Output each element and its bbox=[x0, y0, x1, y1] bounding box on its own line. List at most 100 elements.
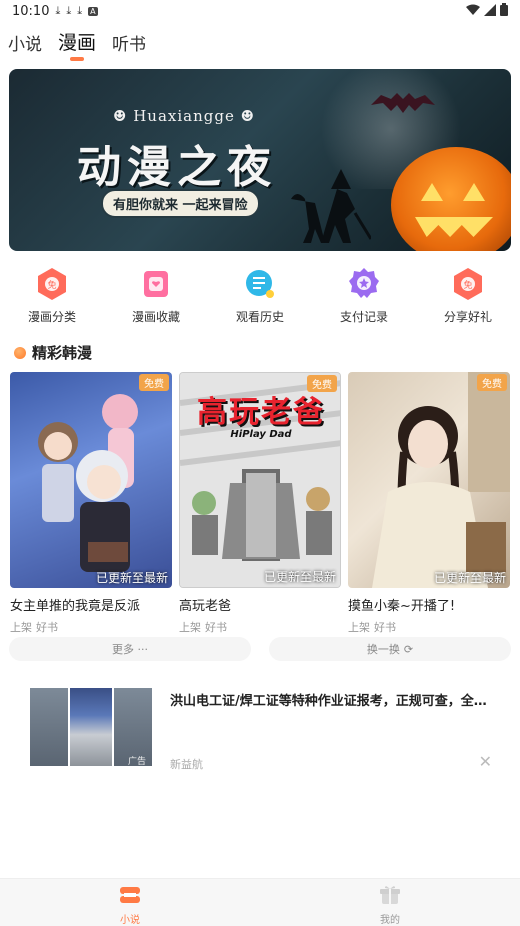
top-tabs: 小说 漫画 听书 bbox=[8, 28, 146, 61]
quick-entry-share[interactable]: 免 分享好礼 bbox=[423, 268, 513, 325]
cover-art bbox=[38, 394, 138, 572]
nav-label: 我的 bbox=[380, 915, 400, 926]
pumpkin-mouth bbox=[415, 217, 493, 237]
manga-tag: 上架 bbox=[179, 621, 201, 634]
ad-source: 新益航 bbox=[170, 758, 203, 771]
section-title: 精彩韩漫 bbox=[32, 344, 93, 362]
category-icon: 免 bbox=[36, 268, 68, 300]
refresh-icon: ⟳ bbox=[403, 642, 414, 656]
ad-card[interactable]: 广告 洪山电工证/焊工证等特种作业证报考，正规可查，全程... 新益航 ✕ bbox=[30, 688, 500, 771]
manga-title: 摸鱼小秦~开播了! bbox=[348, 599, 456, 614]
manga-tag: 好书 bbox=[205, 621, 227, 634]
novel-icon bbox=[119, 885, 141, 909]
manga-card[interactable]: 高玩老爸 HiPlay Dad 免费 已更新至最新 高玩老爸 上架 好书 bbox=[179, 372, 341, 635]
manga-tag: 好书 bbox=[36, 621, 58, 634]
quick-entry-label: 漫画收藏 bbox=[131, 310, 180, 324]
manga-card[interactable]: 免费 已更新至最新 摸鱼小秦~开播了! 上架 好书 bbox=[348, 372, 510, 635]
nav-item-novel[interactable]: 小说 bbox=[80, 879, 180, 926]
more-button[interactable]: 更多 ··· bbox=[9, 637, 251, 661]
share-gift-icon: 免 bbox=[452, 268, 484, 300]
free-badge: 免费 bbox=[477, 374, 507, 391]
section-header: 精彩韩漫 bbox=[14, 342, 92, 363]
more-button-label: 更多 ··· bbox=[112, 643, 148, 656]
svg-text:免: 免 bbox=[463, 279, 472, 291]
manga-title: 女主单推的我竟是反派 bbox=[10, 599, 141, 614]
profile-icon bbox=[379, 885, 401, 909]
manga-tag: 好书 bbox=[374, 621, 396, 634]
update-status: 已更新至最新 bbox=[95, 571, 168, 585]
free-badge: 免费 bbox=[307, 375, 337, 392]
quick-entry-category[interactable]: 免 漫画分类 bbox=[7, 268, 97, 325]
tab-label: 听书 bbox=[112, 35, 147, 55]
quick-entry-label: 支付记录 bbox=[339, 310, 388, 324]
tab-audiobook[interactable]: 听书 bbox=[112, 30, 146, 61]
update-status: 已更新至最新 bbox=[263, 570, 336, 584]
history-icon bbox=[244, 268, 276, 300]
manga-tag: 上架 bbox=[10, 621, 32, 634]
quick-entries: 免 漫画分类 漫画收藏 观看历史 支付记录 免 分享好礼 bbox=[0, 268, 520, 325]
pumpkin-eye bbox=[421, 183, 443, 201]
refresh-button-label: 换一换 bbox=[366, 643, 400, 656]
update-status: 已更新至最新 bbox=[433, 571, 506, 585]
cover-art bbox=[372, 372, 510, 588]
manga-card-list: 免费 已更新至最新 女主单推的我竟是反派 上架 好书 高玩老爸 HiPlay D… bbox=[10, 372, 510, 635]
jack-o-lantern-icon: ☻ bbox=[113, 107, 134, 125]
section-dot-icon bbox=[14, 346, 26, 359]
tab-novel[interactable]: 小说 bbox=[8, 30, 42, 61]
manga-tags: 上架 好书 bbox=[348, 619, 510, 635]
jack-o-lantern-icon: ☻ bbox=[234, 107, 256, 125]
manga-cover: 高玩老爸 HiPlay Dad 免费 已更新至最新 bbox=[179, 372, 341, 588]
quick-entry-label: 漫画分类 bbox=[27, 310, 76, 324]
download-icon: ⤓ bbox=[77, 4, 83, 17]
bat-icon bbox=[371, 93, 435, 113]
witch-silhouette bbox=[291, 169, 371, 243]
manga-cover: 免费 已更新至最新 bbox=[10, 372, 172, 588]
nav-item-profile[interactable]: 我的 bbox=[340, 879, 440, 926]
bottom-nav: 小说 我的 bbox=[0, 878, 520, 926]
svg-text:免: 免 bbox=[47, 279, 56, 291]
download-icon: ⤓ bbox=[66, 4, 72, 17]
battery-icon bbox=[500, 3, 508, 19]
payment-icon bbox=[348, 268, 380, 300]
nav-label: 小说 bbox=[120, 915, 140, 926]
manga-cover: 免费 已更新至最新 bbox=[348, 372, 510, 588]
banner-title: 动漫之夜 bbox=[77, 142, 277, 193]
manga-title: 高玩老爸 bbox=[179, 599, 232, 614]
tab-label: 小说 bbox=[8, 35, 42, 55]
cover-logo-text: 高玩老爸 bbox=[197, 395, 325, 430]
manga-tags: 上架 好书 bbox=[179, 619, 341, 635]
tab-indicator bbox=[70, 57, 84, 61]
banner-brand-text: Huaxiangge bbox=[133, 107, 235, 125]
ad-label: 广告 bbox=[128, 757, 147, 767]
status-bar: 10:10 ⤓ ⤓ ⤓ A bbox=[0, 0, 520, 22]
close-icon[interactable]: ✕ bbox=[479, 752, 492, 771]
section-actions: 更多 ··· 换一换 ⟳ bbox=[9, 637, 511, 661]
signal-icon bbox=[484, 3, 496, 19]
wifi-icon bbox=[466, 4, 480, 19]
tab-comic[interactable]: 漫画 bbox=[58, 28, 96, 61]
a-icon: A bbox=[88, 6, 98, 16]
quick-entry-payment[interactable]: 支付记录 bbox=[319, 268, 409, 325]
promo-banner[interactable]: ☻ Huaxiangge ☻ 动漫之夜 有胆你就来 一起来冒险 bbox=[9, 69, 511, 251]
ad-title: 洪山电工证/焊工证等特种作业证报考，正规可查，全程... bbox=[170, 694, 490, 709]
status-time: 10:10 bbox=[12, 3, 50, 19]
banner-tagline: 有胆你就来 一起来冒险 bbox=[101, 189, 260, 218]
status-left: 10:10 ⤓ ⤓ ⤓ A bbox=[12, 4, 98, 19]
manga-tags: 上架 好书 bbox=[10, 619, 172, 635]
manga-card[interactable]: 免费 已更新至最新 女主单推的我竟是反派 上架 好书 bbox=[10, 372, 172, 635]
status-right bbox=[466, 3, 508, 19]
manga-tag: 上架 bbox=[348, 621, 370, 634]
download-icon: ⤓ bbox=[55, 4, 61, 17]
refresh-button[interactable]: 换一换 ⟳ bbox=[269, 637, 511, 661]
quick-entry-collection[interactable]: 漫画收藏 bbox=[111, 268, 201, 325]
tab-label: 漫画 bbox=[58, 32, 97, 54]
collection-icon bbox=[140, 268, 172, 300]
banner-brand: ☻ Huaxiangge ☻ bbox=[113, 107, 255, 125]
ad-image bbox=[70, 688, 112, 766]
quick-entry-label: 观看历史 bbox=[235, 310, 284, 324]
pumpkin-eye bbox=[463, 183, 485, 201]
free-badge: 免费 bbox=[139, 374, 169, 391]
quick-entry-history[interactable]: 观看历史 bbox=[215, 268, 305, 325]
quick-entry-label: 分享好礼 bbox=[443, 310, 492, 324]
cover-logo: 高玩老爸 HiPlay Dad bbox=[186, 387, 336, 440]
